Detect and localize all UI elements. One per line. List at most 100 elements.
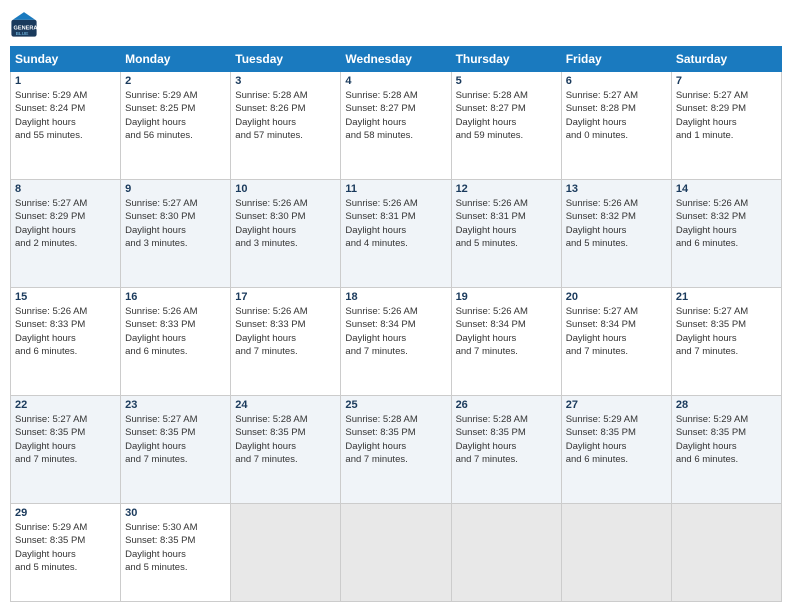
daylight-label: Daylight hours <box>235 224 336 237</box>
daylight-label: Daylight hours <box>566 332 667 345</box>
table-row: 12Sunrise: 5:26 AMSunset: 8:31 PMDayligh… <box>451 180 561 288</box>
table-row: 22Sunrise: 5:27 AMSunset: 8:35 PMDayligh… <box>11 396 121 504</box>
day-number: 15 <box>15 291 116 303</box>
sunrise: Sunrise: 5:28 AM <box>456 89 557 102</box>
svg-text:BLUE: BLUE <box>16 31 30 37</box>
daylight-value: and 59 minutes. <box>456 129 557 142</box>
daylight-value: and 5 minutes. <box>566 237 667 250</box>
daylight-label: Daylight hours <box>566 224 667 237</box>
table-row <box>561 504 671 602</box>
table-row: 8Sunrise: 5:27 AMSunset: 8:29 PMDaylight… <box>11 180 121 288</box>
daylight-label: Daylight hours <box>676 440 777 453</box>
col-header-tuesday: Tuesday <box>231 47 341 72</box>
daylight-label: Daylight hours <box>125 224 226 237</box>
table-row: 14Sunrise: 5:26 AMSunset: 8:32 PMDayligh… <box>671 180 781 288</box>
col-header-thursday: Thursday <box>451 47 561 72</box>
table-row: 3Sunrise: 5:28 AMSunset: 8:26 PMDaylight… <box>231 72 341 180</box>
day-number: 7 <box>676 75 777 87</box>
sunset: Sunset: 8:26 PM <box>235 102 336 115</box>
sunset: Sunset: 8:32 PM <box>566 210 667 223</box>
sunset: Sunset: 8:31 PM <box>345 210 446 223</box>
calendar-table: SundayMondayTuesdayWednesdayThursdayFrid… <box>10 46 782 602</box>
sunset: Sunset: 8:33 PM <box>235 318 336 331</box>
sunset: Sunset: 8:33 PM <box>125 318 226 331</box>
sunset: Sunset: 8:24 PM <box>15 102 116 115</box>
daylight-value: and 55 minutes. <box>15 129 116 142</box>
sunset: Sunset: 8:34 PM <box>456 318 557 331</box>
sunset: Sunset: 8:35 PM <box>235 426 336 439</box>
table-row: 1 Sunrise: 5:29 AMSunset: 8:24 PMDaylight… <box>11 72 121 180</box>
table-row <box>451 504 561 602</box>
sunrise: Sunrise: 5:27 AM <box>125 197 226 210</box>
col-header-monday: Monday <box>121 47 231 72</box>
day-info: Sunrise: 5:27 AMSunset: 8:30 PMDaylight … <box>125 197 226 250</box>
day-info: Sunrise: 5:26 AMSunset: 8:32 PMDaylight … <box>676 197 777 250</box>
table-row: 5Sunrise: 5:28 AMSunset: 8:27 PMDaylight… <box>451 72 561 180</box>
sunrise: Sunrise: 5:26 AM <box>456 305 557 318</box>
sunrise: Sunrise: 5:26 AM <box>235 305 336 318</box>
daylight-label: Daylight hours <box>456 440 557 453</box>
daylight-label: Daylight hours <box>566 440 667 453</box>
table-row: 24Sunrise: 5:28 AMSunset: 8:35 PMDayligh… <box>231 396 341 504</box>
sunrise: Sunrise: 5:26 AM <box>566 197 667 210</box>
day-info: Sunrise: 5:26 AMSunset: 8:31 PMDaylight … <box>456 197 557 250</box>
sunrise: Sunrise: 5:29 AM <box>15 89 116 102</box>
sunset: Sunset: 8:35 PM <box>456 426 557 439</box>
day-number: 6 <box>566 75 667 87</box>
day-info: Sunrise: 5:27 AMSunset: 8:28 PMDaylight … <box>566 89 667 142</box>
table-row: 20 Sunrise: 5:27 AMSunset: 8:34 PMDayligh… <box>561 288 671 396</box>
logo: GENERAL BLUE <box>10 10 42 38</box>
table-row: 15Sunrise: 5:26 AMSunset: 8:33 PMDayligh… <box>11 288 121 396</box>
day-info: Sunrise: 5:29 AMSunset: 8:25 PMDaylight … <box>125 89 226 142</box>
sunset: Sunset: 8:33 PM <box>15 318 116 331</box>
table-row: 25Sunrise: 5:28 AMSunset: 8:35 PMDayligh… <box>341 396 451 504</box>
daylight-label: Daylight hours <box>125 548 226 561</box>
table-row: 27Sunrise: 5:29 AMSunset: 8:35 PMDayligh… <box>561 396 671 504</box>
day-info: Sunrise: 5:28 AMSunset: 8:27 PMDaylight … <box>456 89 557 142</box>
day-number: 30 <box>125 507 226 519</box>
day-info: Sunrise: 5:27 AMSunset: 8:34 PMDaylight … <box>566 305 667 358</box>
daylight-value: and 7 minutes. <box>345 453 446 466</box>
table-row: 7Sunrise: 5:27 AMSunset: 8:29 PMDaylight… <box>671 72 781 180</box>
sunset: Sunset: 8:27 PM <box>345 102 446 115</box>
daylight-label: Daylight hours <box>15 440 116 453</box>
day-number: 26 <box>456 399 557 411</box>
table-row: 2Sunrise: 5:29 AMSunset: 8:25 PMDaylight… <box>121 72 231 180</box>
day-info: Sunrise: 5:26 AMSunset: 8:30 PMDaylight … <box>235 197 336 250</box>
day-number: 20 <box>566 291 667 303</box>
col-header-friday: Friday <box>561 47 671 72</box>
sunrise: Sunrise: 5:27 AM <box>566 305 667 318</box>
day-info: Sunrise: 5:29 AMSunset: 8:35 PMDaylight … <box>15 521 116 574</box>
daylight-value: and 7 minutes. <box>125 453 226 466</box>
day-number: 8 <box>15 183 116 195</box>
day-number: 17 <box>235 291 336 303</box>
sunset: Sunset: 8:35 PM <box>125 426 226 439</box>
day-info: Sunrise: 5:26 AMSunset: 8:31 PMDaylight … <box>345 197 446 250</box>
day-number: 4 <box>345 75 446 87</box>
day-number: 10 <box>235 183 336 195</box>
day-number: 1 <box>15 75 116 87</box>
day-number: 27 <box>566 399 667 411</box>
logo-icon: GENERAL BLUE <box>10 10 38 38</box>
sunset: Sunset: 8:35 PM <box>15 534 116 547</box>
daylight-label: Daylight hours <box>125 116 226 129</box>
table-row: 13Sunrise: 5:26 AMSunset: 8:32 PMDayligh… <box>561 180 671 288</box>
day-info: Sunrise: 5:29 AMSunset: 8:24 PMDaylight … <box>15 89 116 142</box>
header: GENERAL BLUE <box>10 10 782 38</box>
sunset: Sunset: 8:35 PM <box>345 426 446 439</box>
table-row: 29Sunrise: 5:29 AMSunset: 8:35 PMDayligh… <box>11 504 121 602</box>
daylight-label: Daylight hours <box>125 440 226 453</box>
sunset: Sunset: 8:31 PM <box>456 210 557 223</box>
daylight-value: and 3 minutes. <box>125 237 226 250</box>
sunrise: Sunrise: 5:27 AM <box>676 305 777 318</box>
day-info: Sunrise: 5:27 AMSunset: 8:35 PMDaylight … <box>15 413 116 466</box>
sunset: Sunset: 8:34 PM <box>566 318 667 331</box>
sunrise: Sunrise: 5:28 AM <box>235 89 336 102</box>
sunset: Sunset: 8:35 PM <box>566 426 667 439</box>
sunset: Sunset: 8:35 PM <box>676 318 777 331</box>
col-header-saturday: Saturday <box>671 47 781 72</box>
table-row: 18Sunrise: 5:26 AMSunset: 8:34 PMDayligh… <box>341 288 451 396</box>
daylight-value: and 5 minutes. <box>15 561 116 574</box>
daylight-label: Daylight hours <box>345 224 446 237</box>
table-row <box>671 504 781 602</box>
